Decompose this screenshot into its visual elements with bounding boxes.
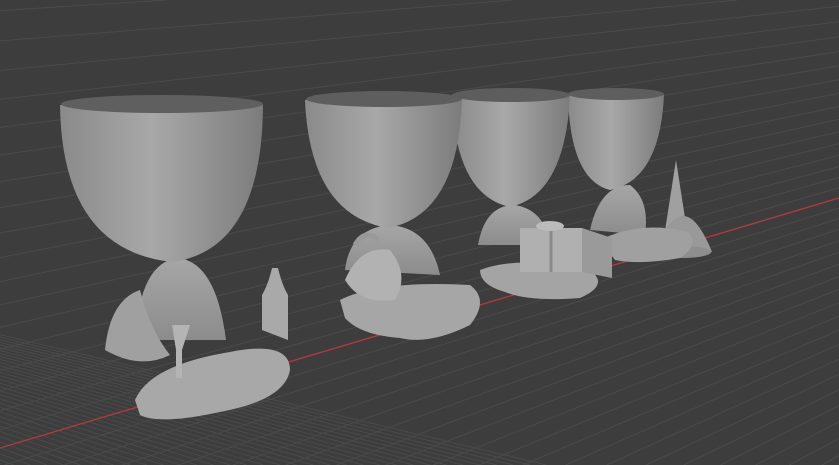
grid-line	[606, 358, 839, 465]
grid-line	[755, 421, 839, 465]
3d-viewport[interactable]	[0, 0, 839, 465]
grid-line	[0, 0, 168, 12]
grid-line	[565, 344, 839, 465]
grid-line	[789, 438, 839, 465]
wine-bottle	[262, 268, 288, 340]
grid-line	[0, 5, 839, 100]
grid-line	[0, 425, 114, 465]
grid-line	[478, 315, 839, 465]
grid-line	[0, 453, 31, 465]
pot-figure-wine[interactable]	[60, 95, 290, 420]
grid-line	[433, 302, 839, 465]
grid-line	[821, 455, 839, 465]
viewport-scene	[0, 0, 839, 465]
grid-line	[683, 389, 839, 465]
grid-line	[0, 0, 738, 71]
grid-line	[0, 436, 81, 465]
grid-line	[720, 405, 839, 465]
